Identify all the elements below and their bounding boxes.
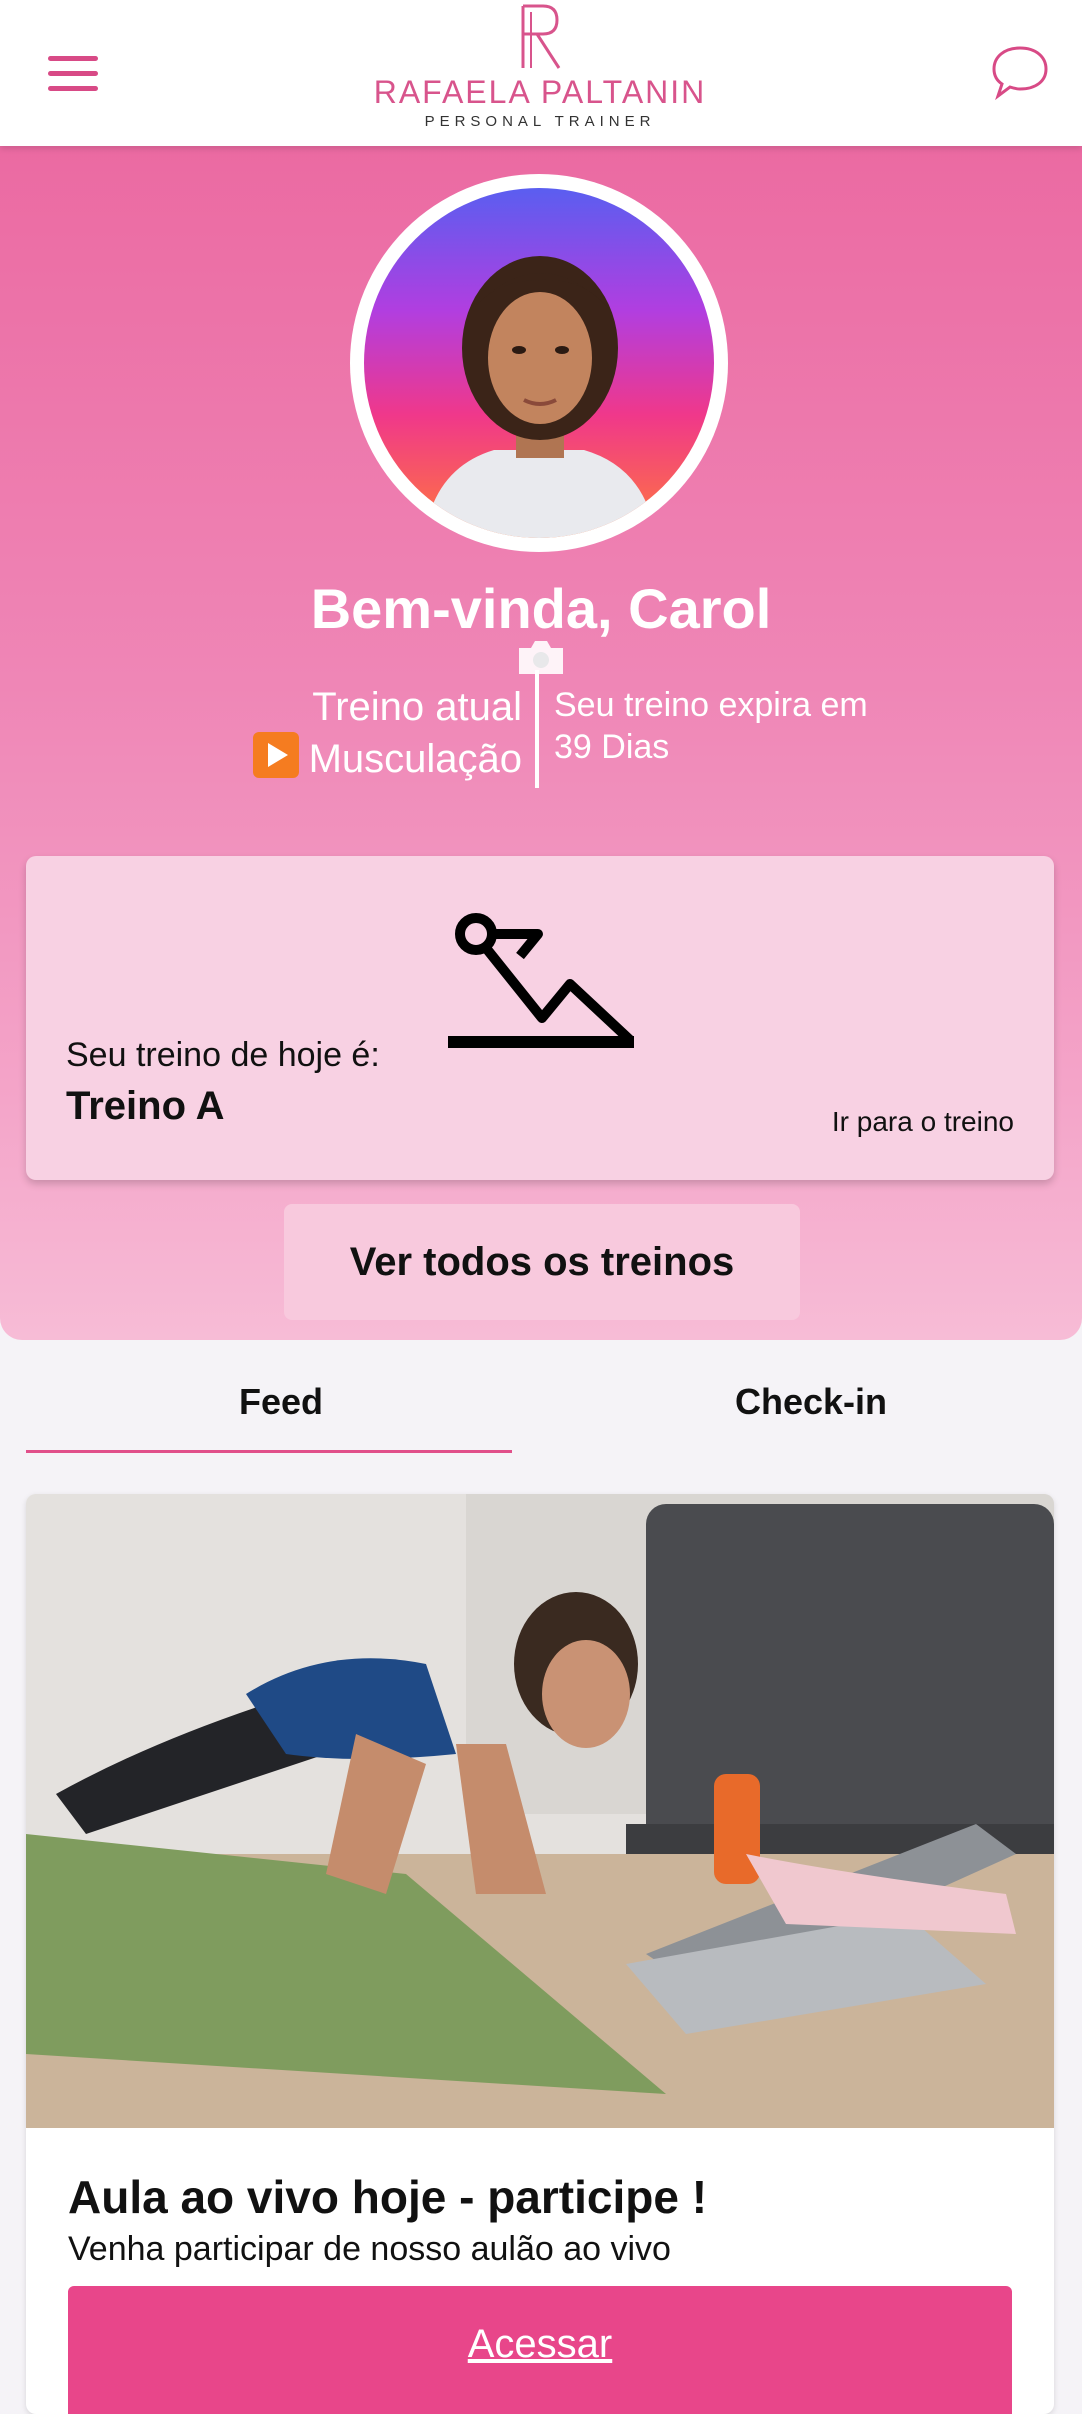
avatar[interactable] xyxy=(364,188,714,538)
tab-check-in[interactable]: Check-in xyxy=(556,1372,1066,1452)
tab-feed[interactable]: Feed xyxy=(26,1372,536,1452)
post-image xyxy=(26,1494,1054,2128)
play-icon xyxy=(252,732,299,778)
go-to-workout-link[interactable]: Ir para o treino xyxy=(832,1106,1014,1138)
rp-monogram-icon xyxy=(521,4,561,69)
chat-bubble-icon[interactable] xyxy=(990,42,1050,102)
camera-icon[interactable] xyxy=(515,636,567,676)
feed-post-card: Aula ao vivo hoje - participe ! Venha pa… xyxy=(26,1494,1054,2414)
expiry-label: Seu treino expira em xyxy=(554,686,868,724)
post-title: Aula ao vivo hoje - participe ! xyxy=(68,2171,708,2223)
post-description: Venha participar de nosso aulão ao vivo xyxy=(68,2230,671,2268)
stat-divider xyxy=(535,670,539,788)
workout-photo xyxy=(26,1494,1054,2128)
expiry-stat: Seu treino expira em 39 Dias xyxy=(554,684,868,768)
todays-workout-label: Seu treino de hoje é: xyxy=(66,1036,380,1074)
avatar-frame xyxy=(350,174,728,674)
current-workout-stat: Treino atual Musculação xyxy=(252,682,522,784)
access-button[interactable]: Acessar xyxy=(68,2286,1012,2414)
view-all-workouts-button[interactable]: Ver todos os treinos xyxy=(284,1204,800,1320)
hamburger-menu-icon[interactable] xyxy=(48,56,98,92)
brand-logo: RAFAELA PALTANIN PERSONAL TRAINER xyxy=(340,4,740,144)
brand-subtitle: PERSONAL TRAINER xyxy=(424,113,656,130)
todays-workout-name: Treino A xyxy=(66,1084,225,1128)
current-workout-value-row: Musculação xyxy=(252,732,522,784)
welcome-heading: Bem-vinda, Carol xyxy=(310,577,772,640)
expiry-value: 39 Dias xyxy=(554,728,670,766)
current-workout-label: Treino atual xyxy=(312,685,522,729)
todays-workout-card[interactable]: Seu treino de hoje é: Treino A Ir para o… xyxy=(26,856,1054,1180)
app-header: RAFAELA PALTANIN PERSONAL TRAINER xyxy=(0,0,1082,146)
current-workout-value: Musculação xyxy=(308,737,522,781)
brand-name: RAFAELA PALTANIN xyxy=(373,74,707,110)
active-tab-indicator xyxy=(26,1450,512,1453)
exercise-stretch-icon xyxy=(448,913,634,1048)
profile-hero: Bem-vinda, Carol Treino atual Musculação… xyxy=(0,146,1082,1340)
avatar-portrait xyxy=(424,256,656,538)
